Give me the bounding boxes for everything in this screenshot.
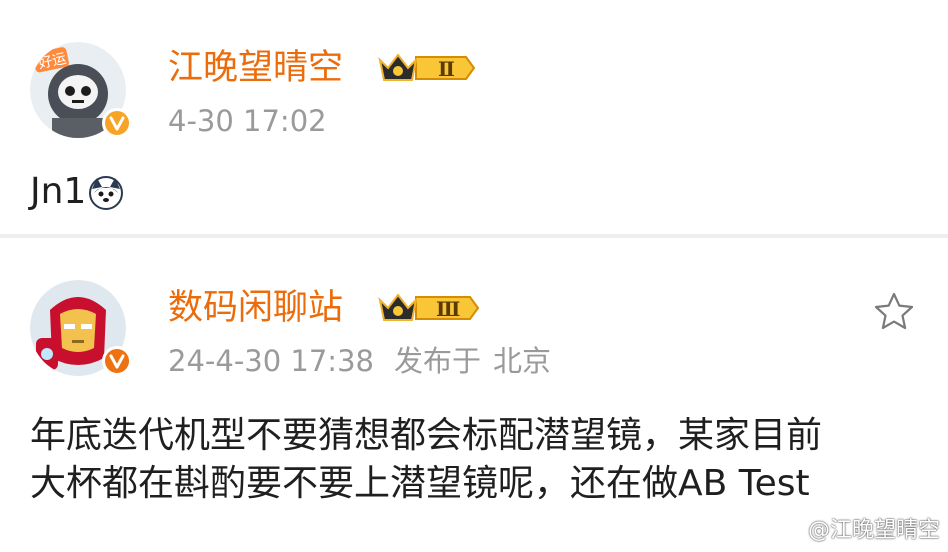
timestamp: 24-4-30 17:38 — [168, 344, 374, 378]
comment-post-1: 好运 江晚望晴空 Ⅱ 4-30 17:02 Jn1 — [0, 0, 948, 234]
location-prefix: 发布于 — [393, 344, 481, 378]
verified-badge-icon — [102, 108, 132, 138]
post-text-line-2: 大杯都在斟酌要不要上潜望镜呢，还在做AB Test — [30, 463, 810, 504]
member-level-badge[interactable]: Ⅱ — [376, 48, 476, 88]
comment-text: Jn1 — [30, 168, 124, 216]
username[interactable]: 江晚望晴空 — [168, 48, 343, 88]
post-meta: 24-4-30 17:38 发布于 北京 — [168, 344, 551, 378]
weibo-watermark: @江晚望晴空 — [777, 512, 940, 544]
timestamp: 4-30 17:02 — [168, 104, 327, 138]
post-meta: 4-30 17:02 — [168, 104, 327, 138]
husky-dog-emoji-icon — [89, 176, 124, 210]
comment-body: Jn1 — [30, 171, 87, 212]
weibo-logo-icon — [777, 519, 802, 539]
favorite-star-icon[interactable] — [872, 290, 916, 334]
username[interactable]: 数码闲聊站 — [168, 288, 343, 328]
member-level-badge[interactable]: Ⅲ — [376, 288, 480, 328]
level-badge-text: Ⅱ — [438, 57, 455, 81]
verified-badge-icon — [102, 346, 132, 376]
weibo-post-2: 数码闲聊站 Ⅲ 24-4-30 17:38 发布于 北京 年底迭代机型不要猜想都会标… — [0, 238, 948, 552]
location: 北京 — [493, 344, 552, 378]
post-content: 年底迭代机型不要猜想都会标配潜望镜，某家目前 大杯都在斟酌要不要上潜望镜呢，还在… — [30, 412, 822, 508]
post-text-line-1: 年底迭代机型不要猜想都会标配潜望镜，某家目前 — [30, 415, 823, 456]
watermark-text: @江晚望晴空 — [807, 518, 940, 543]
level-badge-text: Ⅲ — [436, 297, 460, 321]
